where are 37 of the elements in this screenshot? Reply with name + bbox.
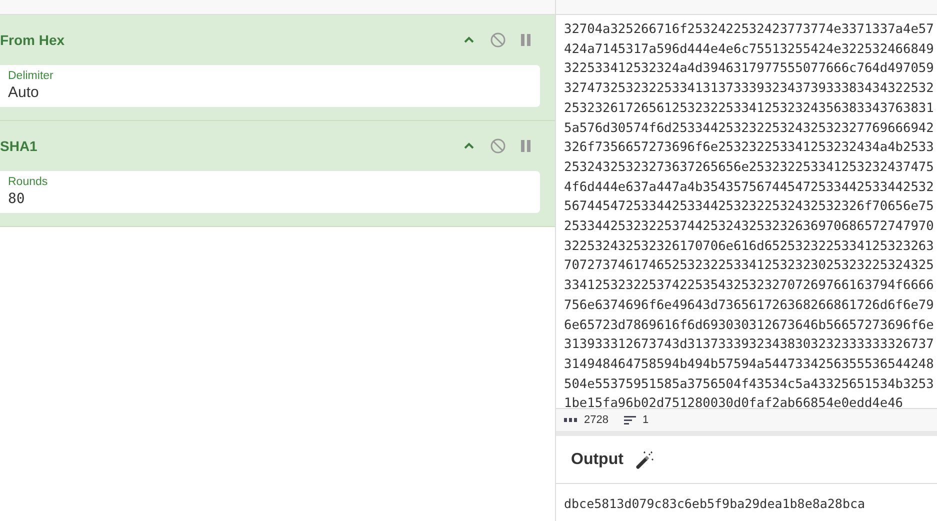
character-count: 2728 [584, 412, 608, 428]
input-field[interactable]: Delimiter Auto [0, 65, 540, 107]
output-text: dbce5813d079c83c6eb5f9ba29dea1b8e8a28bca [564, 496, 866, 511]
disable-icon[interactable] [490, 138, 506, 154]
input-text-line: 504e55375951585a3756504f43534c5a43325651534b3253 [564, 376, 935, 394]
input-text-line: 322532432532326170706e616d6525323225334125323263 [564, 238, 935, 256]
text-length-icon [564, 417, 578, 423]
pause-icon[interactable] [521, 34, 531, 46]
lines-icon [624, 416, 636, 424]
line-count: 1 [642, 412, 649, 428]
input-text-line: 322533412532324a4d3946317977555077666c764d497059 [564, 60, 935, 78]
magic-wand-icon[interactable] [635, 450, 656, 470]
input-text-line: 1be15fa96b02d751280030d0faf2ab66854e0edd4e46 [564, 395, 904, 414]
output-title: Output [571, 450, 624, 470]
input-text-line: 756e6374696f6e49643d736561726368266861726d6f6e79 [564, 296, 935, 315]
input-text-line: 314948464758594b494b57594a5447334256355536544248 [564, 356, 935, 374]
input-text-line: 6e65723d7869616f6d693030312673646b56657273696f6e [564, 316, 935, 335]
input-text-line: 3341253232253742253543253232707269766163794f6666 [564, 277, 935, 296]
input-field[interactable]: Rounds 80 [0, 171, 540, 213]
operation-title: SHA1 [0, 136, 38, 156]
input-text-line: 253344253232253744253243253232636970686572747970 [564, 218, 935, 236]
input-text-line: 327473253232253341313733393234373933383434322532 [564, 80, 935, 98]
collapse-icon[interactable] [463, 36, 475, 44]
operation-title: From Hex [0, 30, 65, 50]
disable-icon[interactable] [490, 32, 506, 48]
input-text-line: 313933312673743d31373339323438303232333333326737 [564, 336, 935, 354]
input-text-line: 253232617265612532322533412532324356383343763831 [564, 100, 935, 118]
input-text-line: 25324325323273637265656e253232253341253232437475 [564, 158, 935, 177]
input-text-line: 707273746174652532322533412532323025323225324325 [564, 257, 935, 276]
collapse-icon[interactable] [463, 142, 475, 150]
input-text-line: 326f7356657273696f6e253232253341253232434a4b2533 [564, 139, 935, 158]
input-text-line: 424a7145317a596d444e4e6c75513255424e322532466849 [564, 40, 935, 59]
input-text-line: 5a576d30574f6d2533442532322532432532327769666942 [564, 120, 935, 138]
input-text-line: 32704a325266716f2532422532423773774e3371337a4e57 [564, 21, 935, 39]
input-text-line: 4f6d444e637a447a4b354357567445472533442533442532 [564, 178, 935, 197]
input-text-line: 567445472533442533442532322532432532326f70656e75 [564, 198, 935, 216]
pause-icon[interactable] [521, 140, 531, 152]
